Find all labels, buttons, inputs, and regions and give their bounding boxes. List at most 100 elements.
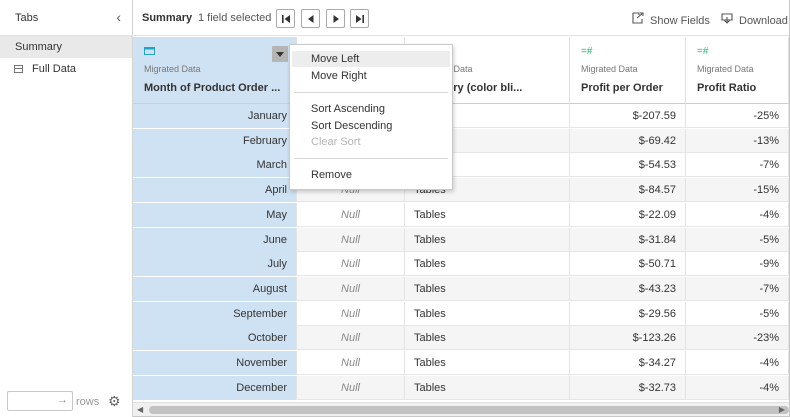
table-cell-month[interactable]: March <box>133 153 297 178</box>
table-cell-month[interactable]: June <box>133 227 297 252</box>
previous-field-button[interactable] <box>301 9 320 28</box>
table-row[interactable]: July Null Tables $-50.71 -9% <box>133 252 789 277</box>
table-cell-ratio[interactable]: -5% <box>686 227 789 252</box>
column-header-month[interactable]: Migrated Data Month of Product Order ... <box>133 37 297 104</box>
sidebar-header: Tabs ‹ <box>0 0 133 36</box>
table-row[interactable]: September Null Tables $-29.56 -5% <box>133 301 789 326</box>
table-cell-month[interactable]: October <box>133 326 297 351</box>
scrollbar-thumb[interactable] <box>149 406 789 414</box>
first-field-button[interactable] <box>276 9 295 28</box>
table-cell-ratio[interactable]: -5% <box>686 301 789 326</box>
table-cell-ratio[interactable]: -7% <box>686 276 789 301</box>
table-cell-ratio[interactable]: -4% <box>686 351 789 375</box>
table-cell-ratio[interactable]: -7% <box>686 153 789 178</box>
table-cell-category[interactable]: Tables <box>405 202 570 227</box>
table-cell-ratio[interactable]: -4% <box>686 202 789 227</box>
table-cell-col2[interactable]: Null <box>297 375 405 400</box>
menu-item-remove[interactable]: Remove <box>292 167 450 183</box>
menu-item-move-left[interactable]: Move Left <box>292 51 450 67</box>
collapse-icon[interactable]: ‹ <box>116 8 121 26</box>
table-cell-col2[interactable]: Null <box>297 351 405 375</box>
menu-item-clear-sort: Clear Sort <box>311 136 361 148</box>
table-cell-ratio[interactable]: -4% <box>686 375 789 400</box>
table-cell-month[interactable]: September <box>133 301 297 326</box>
menu-item-move-right[interactable]: Move Right <box>292 68 450 84</box>
download-icon <box>721 13 733 24</box>
column-name: Profit per Order <box>581 82 663 94</box>
column-header-profit-per-order[interactable]: =# Migrated Data Profit per Order <box>570 37 686 104</box>
table-cell-category[interactable]: Tables <box>405 227 570 252</box>
table-cell-month[interactable]: May <box>133 202 297 227</box>
table-cell-month[interactable]: December <box>133 375 297 400</box>
table-cell-month[interactable]: April <box>133 178 297 203</box>
table-cell-category[interactable]: Tables <box>405 301 570 326</box>
number-type-icon: =# <box>697 46 709 57</box>
column-name: Profit Ratio <box>697 82 757 94</box>
table-cell-profit[interactable]: $-84.57 <box>570 178 686 203</box>
column-header-profit-ratio[interactable]: =# Migrated Data Profit Ratio <box>686 37 789 104</box>
show-fields-button[interactable]: Show Fields <box>632 12 710 27</box>
table-cell-profit[interactable]: $-32.73 <box>570 375 686 400</box>
menu-item-sort-descending[interactable]: Sort Descending <box>292 118 450 134</box>
table-cell-profit[interactable]: $-69.42 <box>570 128 686 153</box>
table-row[interactable]: March $-54.53 -7% <box>133 153 789 178</box>
table-cell-ratio[interactable]: -23% <box>686 326 789 351</box>
rows-input[interactable]: → <box>7 391 73 411</box>
table-cell-profit[interactable]: $-22.09 <box>570 202 686 227</box>
table-cell-profit[interactable]: $-207.59 <box>570 104 686 128</box>
table-row[interactable]: August Null Tables $-43.23 -7% <box>133 276 789 301</box>
arrow-left-icon <box>308 15 314 23</box>
gear-icon[interactable]: ⚙ <box>108 393 121 409</box>
scroll-left-icon[interactable]: ◀ <box>137 405 143 414</box>
table-cell-category[interactable]: Tables <box>405 351 570 375</box>
table-row[interactable]: October Null Tables $-123.26 -23% <box>133 326 789 351</box>
arrow-right-icon[interactable]: → <box>57 394 68 406</box>
table-row[interactable]: June Null Tables $-31.84 -5% <box>133 227 789 252</box>
scroll-right-icon[interactable]: ▶ <box>779 405 785 414</box>
table-cell-month[interactable]: November <box>133 351 297 375</box>
sidebar-item-label: Full Data <box>32 63 77 75</box>
table-cell-profit[interactable]: $-31.84 <box>570 227 686 252</box>
page-title: Summary <box>142 12 193 24</box>
table-cell-ratio[interactable]: -13% <box>686 128 789 153</box>
table-cell-profit[interactable]: $-34.27 <box>570 351 686 375</box>
table-cell-ratio[interactable]: -15% <box>686 178 789 203</box>
table-cell-profit[interactable]: $-54.53 <box>570 153 686 178</box>
table-cell-profit[interactable]: $-50.71 <box>570 252 686 277</box>
table-cell-ratio[interactable]: -25% <box>686 104 789 128</box>
sidebar-item-full-data[interactable]: Full Data <box>0 58 132 80</box>
table-cell-profit[interactable]: $-123.26 <box>570 326 686 351</box>
table-cell-profit[interactable]: $-43.23 <box>570 276 686 301</box>
table-cell-col2[interactable]: Null <box>297 252 405 277</box>
table-cell-col2[interactable]: Null <box>297 326 405 351</box>
table-cell-col2[interactable]: Null <box>297 301 405 326</box>
table-cell-month[interactable]: July <box>133 252 297 277</box>
rows-label: rows <box>76 396 100 408</box>
sidebar-item-summary[interactable]: Summary <box>0 36 132 58</box>
next-field-button[interactable] <box>326 9 345 28</box>
table-cell-category[interactable]: Tables <box>405 252 570 277</box>
horizontal-scrollbar[interactable]: ◀ ▶ <box>133 402 789 416</box>
table-cell-ratio[interactable]: -9% <box>686 252 789 277</box>
table-row[interactable]: February $-69.42 -13% <box>133 128 789 153</box>
download-button[interactable]: Download <box>721 12 788 27</box>
table-cell-month[interactable]: August <box>133 276 297 301</box>
table-row[interactable]: November Null Tables $-34.27 -4% <box>133 351 789 375</box>
table-cell-month[interactable]: February <box>133 128 297 153</box>
column-menu-button[interactable] <box>272 46 288 62</box>
table-cell-category[interactable]: Tables <box>405 326 570 351</box>
table-cell-col2[interactable]: Null <box>297 202 405 227</box>
last-field-button[interactable] <box>350 9 369 28</box>
table-cell-col2[interactable]: Null <box>297 276 405 301</box>
column-source: Migrated Data <box>144 64 201 74</box>
table-row[interactable]: April Null Tables $-84.57 -15% <box>133 178 789 203</box>
table-row[interactable]: December Null Tables $-32.73 -4% <box>133 375 789 400</box>
table-cell-month[interactable]: January <box>133 104 297 128</box>
table-cell-category[interactable]: Tables <box>405 375 570 400</box>
table-cell-category[interactable]: Tables <box>405 276 570 301</box>
table-row[interactable]: May Null Tables $-22.09 -4% <box>133 202 789 227</box>
table-cell-col2[interactable]: Null <box>297 227 405 252</box>
table-row[interactable]: January $-207.59 -25% <box>133 104 789 128</box>
menu-item-sort-ascending[interactable]: Sort Ascending <box>292 101 450 117</box>
table-cell-profit[interactable]: $-29.56 <box>570 301 686 326</box>
